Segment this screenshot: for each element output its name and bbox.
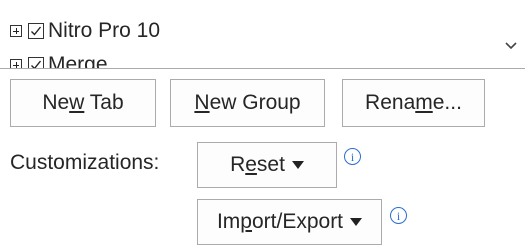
customizations-label: Customizations: bbox=[10, 151, 160, 174]
caret-down-icon bbox=[350, 218, 363, 226]
info-icon[interactable]: i bbox=[390, 207, 407, 224]
tree-item-label: Nitro Pro 10 bbox=[48, 19, 161, 42]
button-label: Reset bbox=[230, 153, 285, 176]
import-export-dropdown-button[interactable]: Import/Export bbox=[197, 199, 382, 245]
expand-plus-icon[interactable] bbox=[10, 59, 22, 68]
new-group-button[interactable]: New Group bbox=[170, 79, 325, 127]
expand-plus-icon[interactable] bbox=[10, 25, 22, 37]
tree-item-merge[interactable]: Merge bbox=[10, 52, 108, 69]
button-label: New Tab bbox=[42, 91, 124, 114]
chevron-down-icon[interactable] bbox=[503, 40, 519, 52]
rename-button[interactable]: Rename... bbox=[342, 79, 485, 127]
checkmark-icon bbox=[31, 60, 42, 68]
button-label: Import/Export bbox=[216, 210, 344, 233]
button-label: New Group bbox=[194, 91, 301, 114]
customize-ribbon-tree[interactable]: Nitro Pro 10 Merge bbox=[0, 0, 525, 69]
checkmark-icon bbox=[31, 26, 42, 36]
tree-item-checkbox[interactable] bbox=[28, 57, 44, 68]
caret-down-icon bbox=[291, 161, 304, 169]
tree-item-nitro-pro[interactable]: Nitro Pro 10 bbox=[10, 18, 160, 44]
info-icon[interactable]: i bbox=[344, 148, 361, 165]
reset-dropdown-button[interactable]: Reset bbox=[197, 142, 337, 188]
tree-item-checkbox[interactable] bbox=[28, 23, 44, 39]
new-tab-button[interactable]: New Tab bbox=[10, 79, 156, 127]
tree-item-label: Merge bbox=[48, 53, 108, 69]
button-label: Rename... bbox=[365, 91, 462, 114]
